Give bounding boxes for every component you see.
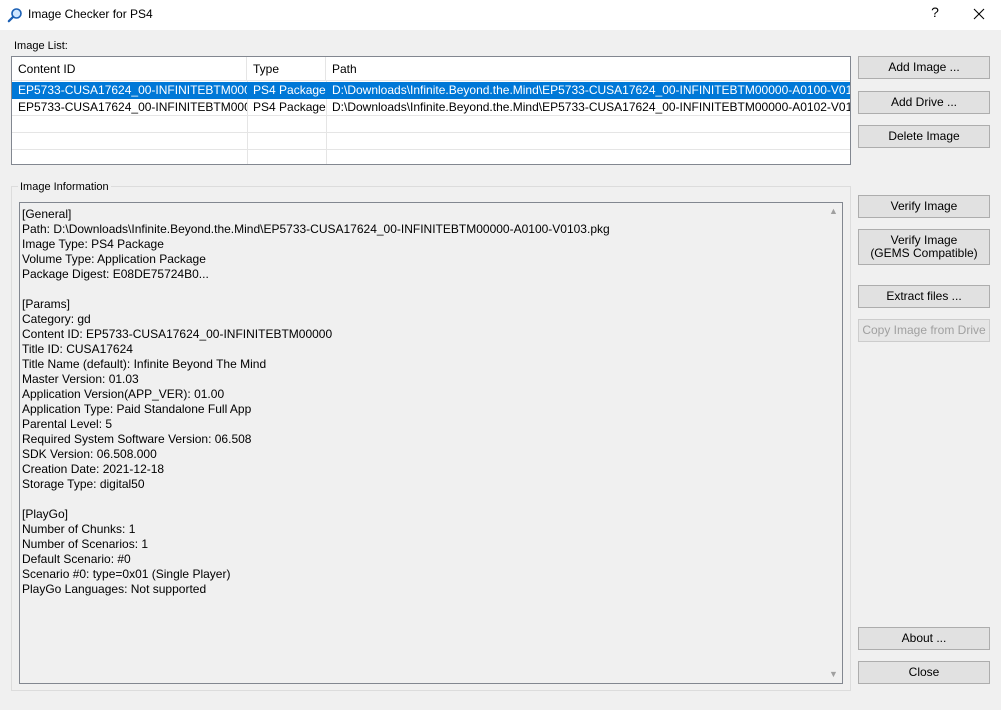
vertical-scrollbar[interactable]: ▲ ▼ [825,203,842,683]
delete-image-button[interactable]: Delete Image [858,125,990,148]
image-list[interactable]: Content ID Type Path EP5733-CUSA17624_00… [11,56,851,165]
row-content-id: EP5733-CUSA17624_00-INFINITEBTM00000 [18,100,247,114]
close-icon[interactable] [964,2,994,26]
window-title: Image Checker for PS4 [28,7,153,21]
help-button[interactable]: ? [925,4,945,24]
row-type: PS4 Package [253,83,326,97]
verify-image-button[interactable]: Verify Image [858,195,990,218]
copy-image-from-drive-button[interactable]: Copy Image from Drive [858,319,990,342]
add-image-button[interactable]: Add Image ... [858,56,990,79]
magnifier-app-icon [7,8,22,23]
scroll-down-arrow-icon[interactable]: ▼ [825,666,842,683]
image-information-label: Image Information [18,181,111,193]
row-content-id: EP5733-CUSA17624_00-INFINITEBTM00000 [18,83,247,97]
add-drive-button[interactable]: Add Drive ... [858,91,990,114]
image-list-header: Content ID Type Path [12,57,850,81]
image-list-row[interactable]: EP5733-CUSA17624_00-INFINITEBTM00000 PS4… [12,99,850,116]
column-header-path[interactable]: Path [326,57,850,81]
about-button[interactable]: About ... [858,627,990,650]
column-header-type[interactable]: Type [247,57,326,81]
row-path: D:\Downloads\Infinite.Beyond.the.Mind\EP… [332,83,850,97]
row-gridline [12,132,850,133]
scroll-up-arrow-icon[interactable]: ▲ [825,203,842,220]
row-type: PS4 Package [253,100,326,114]
extract-files-button[interactable]: Extract files ... [858,285,990,308]
title-bar: Image Checker for PS4 ? [0,0,1001,30]
image-list-label: Image List: [14,40,68,52]
image-list-row-selected[interactable]: EP5733-CUSA17624_00-INFINITEBTM00000 PS4… [12,82,850,99]
row-gridline [12,149,850,150]
close-button[interactable]: Close [858,661,990,684]
column-header-content-id[interactable]: Content ID [12,57,247,81]
image-information-text: [General] Path: D:\Downloads\Infinite.Be… [22,207,610,596]
image-information-textbox[interactable]: [General] Path: D:\Downloads\Infinite.Be… [19,202,843,684]
verify-image-gems-button[interactable]: Verify Image (GEMS Compatible) [858,229,990,265]
row-path: D:\Downloads\Infinite.Beyond.the.Mind\EP… [332,100,850,114]
